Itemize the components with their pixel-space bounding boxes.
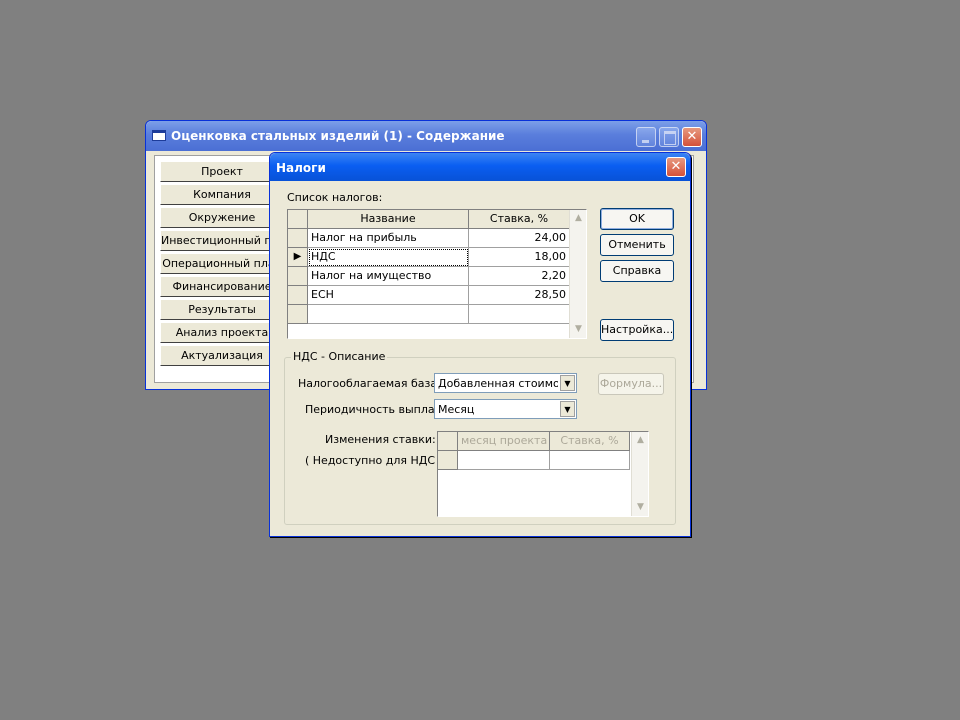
close-icon: ✕ [686,129,698,144]
help-button[interactable]: Справка [600,260,674,282]
taxes-dialog-titlebar[interactable]: Налоги ✕ [270,153,690,181]
column-header-project-month: месяц проекта [458,432,550,451]
tax-grid[interactable]: Название Ставка, % Налог на прибыль 24,0… [287,209,587,339]
group-title: НДС - Описание [291,350,388,363]
nav-company-button[interactable]: Компания [160,184,284,205]
column-header-name[interactable]: Название [308,210,469,229]
grid-corner [438,432,458,451]
main-close-button[interactable]: ✕ [682,127,702,147]
vat-description-group: НДС - Описание Налогооблагаемая база: До… [284,350,676,525]
scroll-up-icon[interactable]: ▲ [570,210,587,227]
ok-button[interactable]: OK [600,208,674,230]
tax-list-label: Список налогов: [287,191,383,204]
nav-results-button[interactable]: Результаты [160,299,284,320]
tax-rate-cell[interactable]: 28,50 [469,286,570,305]
nav-financing-button[interactable]: Финансирование [160,276,284,297]
formula-button[interactable]: Формула... [598,373,664,395]
row-indicator [438,451,458,470]
nav-update-button[interactable]: Актуализация [160,345,284,366]
cancel-button[interactable]: Отменить [600,234,674,256]
grid-corner [288,210,308,229]
scroll-down-icon[interactable]: ▼ [632,499,649,516]
column-header-rate: Ставка, % [550,432,630,451]
tax-base-select[interactable]: Добавленная стоимость ▼ [434,373,577,393]
tax-rate-cell[interactable]: 18,00 [469,248,570,267]
nav-investment-plan-button[interactable]: Инвестиционный план [160,230,284,251]
row-indicator[interactable] [288,286,308,305]
tax-base-label: Налогооблагаемая база: [298,377,441,390]
empty-rate-cell [550,451,630,470]
row-indicator[interactable] [288,267,308,286]
current-row-arrow-icon[interactable]: ▶ [288,248,308,267]
tax-rate-cell[interactable]: 24,00 [469,229,570,248]
tax-rate-cell[interactable]: 2,20 [469,267,570,286]
dialog-close-button[interactable]: ✕ [666,157,686,177]
settings-button[interactable]: Настройка... [600,319,674,341]
taxes-dialog: Налоги ✕ Список налогов: Название Ставка… [269,152,691,537]
taxes-dialog-title: Налоги [276,161,326,175]
empty-month-cell [458,451,550,470]
nav-project-button[interactable]: Проект [160,161,284,182]
empty-rate-cell[interactable] [469,305,570,324]
tax-base-value: Добавленная стоимость [438,377,558,390]
close-icon: ✕ [670,159,682,174]
tax-name-cell[interactable]: Налог на прибыль [308,229,469,248]
chevron-down-icon[interactable]: ▼ [560,375,575,391]
periodicity-value: Месяц [438,403,475,416]
scroll-down-icon[interactable]: ▼ [570,321,587,338]
rate-changes-label: Изменения ставки: [325,433,436,446]
tax-grid-scrollbar[interactable]: ▲ ▼ [569,210,586,338]
column-header-rate[interactable]: Ставка, % [469,210,570,229]
maximize-button[interactable] [659,127,679,147]
scroll-up-icon[interactable]: ▲ [632,432,649,449]
rate-changes-scrollbar[interactable]: ▲ ▼ [631,432,648,516]
periodicity-label: Периодичность выплат: [305,403,445,416]
main-window-title: Оценковка стальных изделий (1) - Содержа… [171,129,505,143]
minimize-button[interactable] [636,127,656,147]
main-window-titlebar[interactable]: Оценковка стальных изделий (1) - Содержа… [146,121,706,151]
empty-name-cell[interactable] [308,305,469,324]
tax-name-cell[interactable]: ЕСН [308,286,469,305]
nav-project-analysis-button[interactable]: Анализ проекта [160,322,284,343]
tax-name-cell[interactable]: Налог на имущество [308,267,469,286]
row-indicator[interactable] [288,229,308,248]
nav-environment-button[interactable]: Окружение [160,207,284,228]
chevron-down-icon[interactable]: ▼ [560,401,575,417]
periodicity-select[interactable]: Месяц ▼ [434,399,577,419]
tax-name-cell-selected[interactable]: НДС [308,248,469,267]
unavailable-note: ( Недоступно для НДС ) [305,454,443,467]
nav-operating-plan-button[interactable]: Операционный план [160,253,284,274]
row-indicator[interactable] [288,305,308,324]
rate-changes-grid[interactable]: месяц проекта Ставка, % ▲ ▼ [437,431,649,517]
window-icon [152,130,166,141]
